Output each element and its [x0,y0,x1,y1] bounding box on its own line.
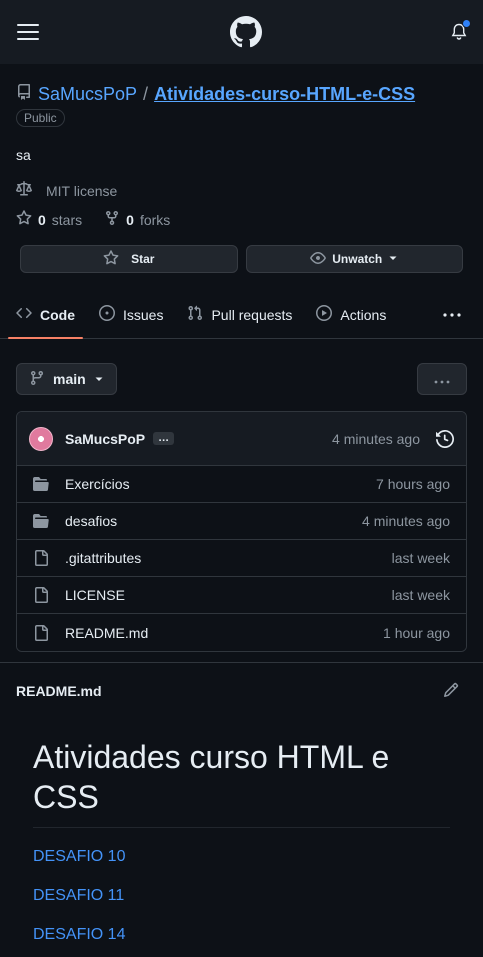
tab-actions-label: Actions [340,306,387,323]
repo-header: SaMucsPoP / Atividades-curso-HTML-e-CSS … [0,64,483,273]
tab-pull-requests[interactable]: Pull requests [187,291,292,338]
kebab-horizontal-icon [434,371,450,387]
file-list: SaMucsPoP … 4 minutes ago Exercícios 7 h… [16,411,467,652]
file-time: 7 hours ago [376,476,450,492]
branch-name: main [53,371,86,387]
file-name[interactable]: README.md [65,625,148,641]
stars-link[interactable]: 0 stars [16,210,82,229]
readme-panel: README.md Atividades curso HTML e CSS DE… [0,662,483,957]
tab-pull-requests-label: Pull requests [211,306,293,323]
tab-code-label: Code [40,306,75,323]
branch-row: main [0,339,483,395]
repo-name-link[interactable]: Atividades-curso-HTML-e-CSS [154,84,415,105]
file-name[interactable]: LICENSE [65,587,125,603]
license-label: MIT license [46,182,118,199]
kebab-menu-button[interactable] [417,363,467,395]
tab-actions[interactable]: Actions [316,291,386,338]
file-row[interactable]: LICENSE last week [17,577,466,614]
avatar[interactable] [29,426,53,451]
commit-author[interactable]: SaMucsPoP [65,431,145,447]
repo-title: SaMucsPoP / Atividades-curso-HTML-e-CSS [16,84,467,105]
git-branch-icon [29,370,45,389]
more-tabs-icon[interactable] [443,291,461,339]
latest-commit: SaMucsPoP … 4 minutes ago [17,412,466,466]
code-icon [16,305,32,324]
forks-label: forks [139,211,171,228]
readme-link[interactable]: DESAFIO 11 [33,887,450,905]
git-pull-request-icon [187,305,203,324]
bell-icon[interactable] [451,19,471,41]
branch-selector-button[interactable]: main [16,363,117,395]
file-row[interactable]: .gitattributes last week [17,540,466,577]
file-row[interactable]: desafios 4 minutes ago [17,503,466,540]
readme-header: README.md [0,663,483,719]
stars-label: stars [51,211,83,228]
folder-icon [33,513,49,529]
file-row[interactable]: README.md 1 hour ago [17,614,466,651]
repo-description: sa [16,147,31,163]
file-name[interactable]: .gitattributes [65,550,141,566]
commit-time: 4 minutes ago [332,430,420,447]
repo-separator: / [143,84,149,104]
visibility-badge: Public [16,109,65,127]
history-icon[interactable] [436,429,454,448]
hamburger-menu-icon[interactable] [16,22,40,42]
chevron-down-icon [388,252,398,266]
play-icon [316,305,333,324]
star-button-label: Star [131,252,155,266]
file-name[interactable]: Exercícios [65,476,130,492]
tab-issues-label: Issues [123,306,164,323]
file-time: last week [391,587,450,603]
star-icon [103,249,119,269]
commit-message-expander[interactable]: … [153,432,175,445]
star-button[interactable]: Star [20,245,238,273]
github-logo-icon[interactable] [229,16,262,48]
readme-filename: README.md [16,683,102,699]
file-icon [33,587,49,603]
readme-link[interactable]: DESAFIO 14 [33,926,450,944]
file-row[interactable]: Exercícios 7 hours ago [17,466,466,503]
readme-link[interactable]: DESAFIO 10 [33,848,450,866]
star-icon [16,210,32,229]
repo-icon [16,84,32,105]
repo-owner-link[interactable]: SaMucsPoP [38,84,137,105]
notification-indicator [462,19,471,28]
unwatch-button-label: Unwatch [332,252,383,266]
forks-count: 0 [126,211,134,228]
file-name[interactable]: desafios [65,513,117,529]
unwatch-button[interactable]: Unwatch [245,245,463,273]
file-icon [33,624,49,641]
tab-issues[interactable]: Issues [99,291,163,338]
file-time: 4 minutes ago [362,513,450,529]
issue-opened-icon [99,305,115,324]
eye-icon [310,250,327,269]
readme-content: Atividades curso HTML e CSS DESAFIO 10 D… [0,719,483,944]
chevron-down-icon [94,371,104,387]
fork-icon [104,210,120,229]
file-time: 1 hour ago [383,624,450,641]
repo-actions: Star Unwatch [20,245,463,273]
file-time: last week [391,550,450,566]
tab-code[interactable]: Code [8,291,83,339]
repo-stats: 0 stars 0 forks [16,210,467,229]
pencil-icon[interactable] [443,682,459,701]
forks-link[interactable]: 0 forks [104,210,170,229]
stars-count: 0 [38,211,46,228]
law-icon [16,181,32,200]
file-icon [33,550,49,566]
top-bar [0,0,483,64]
readme-heading: Atividades curso HTML e CSS [33,737,450,828]
license-link[interactable]: MIT license [16,181,467,200]
folder-icon [33,476,49,492]
repo-nav-tabs: Code Issues Pull requests Actions [0,291,483,339]
